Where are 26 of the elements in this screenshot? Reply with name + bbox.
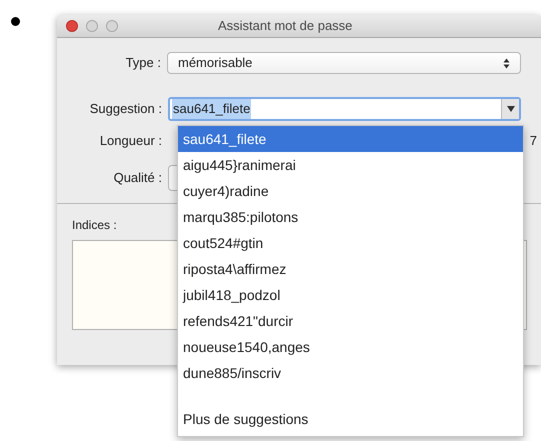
- suggestion-option[interactable]: noueuse1540,anges: [178, 334, 523, 360]
- suggestion-option[interactable]: marqu385:pilotons: [178, 204, 523, 230]
- bullet-icon: [11, 17, 20, 26]
- quality-label: Qualité :: [112, 169, 163, 188]
- suggestion-option[interactable]: dune885/inscriv: [178, 360, 523, 386]
- type-label: Type :: [124, 54, 162, 72]
- suggestion-option[interactable]: refends421"durcir: [178, 308, 523, 334]
- type-select[interactable]: mémorisable: [167, 52, 521, 74]
- hints-label: Indices :: [72, 217, 117, 234]
- suggestion-combo-box[interactable]: sau641_filete: [168, 97, 521, 121]
- window-title: Assistant mot de passe: [218, 17, 352, 36]
- combo-arrow-button[interactable]: [501, 99, 519, 119]
- suggestion-option[interactable]: riposta4\affirmez: [178, 256, 523, 282]
- length-label: Longueur :: [98, 132, 163, 150]
- suggestion-option[interactable]: aigu445}ranimerai: [178, 152, 523, 178]
- suggestion-option[interactable]: sau641_filete: [178, 126, 523, 152]
- length-value: 7: [530, 132, 538, 150]
- suggestion-option[interactable]: cout524#gtin: [178, 230, 523, 256]
- selected-text: sau641_filete: [172, 99, 252, 119]
- suggestion-option[interactable]: cuyer4)radine: [178, 178, 523, 204]
- stepper-arrows-icon: [503, 58, 510, 68]
- more-suggestions-option[interactable]: Plus de suggestions: [178, 406, 523, 432]
- caret-icon: [506, 106, 514, 112]
- suggestion-option[interactable]: jubil418_podzol: [178, 282, 523, 308]
- suggestion-label: Suggestion :: [88, 100, 163, 118]
- close-button[interactable]: [66, 20, 78, 32]
